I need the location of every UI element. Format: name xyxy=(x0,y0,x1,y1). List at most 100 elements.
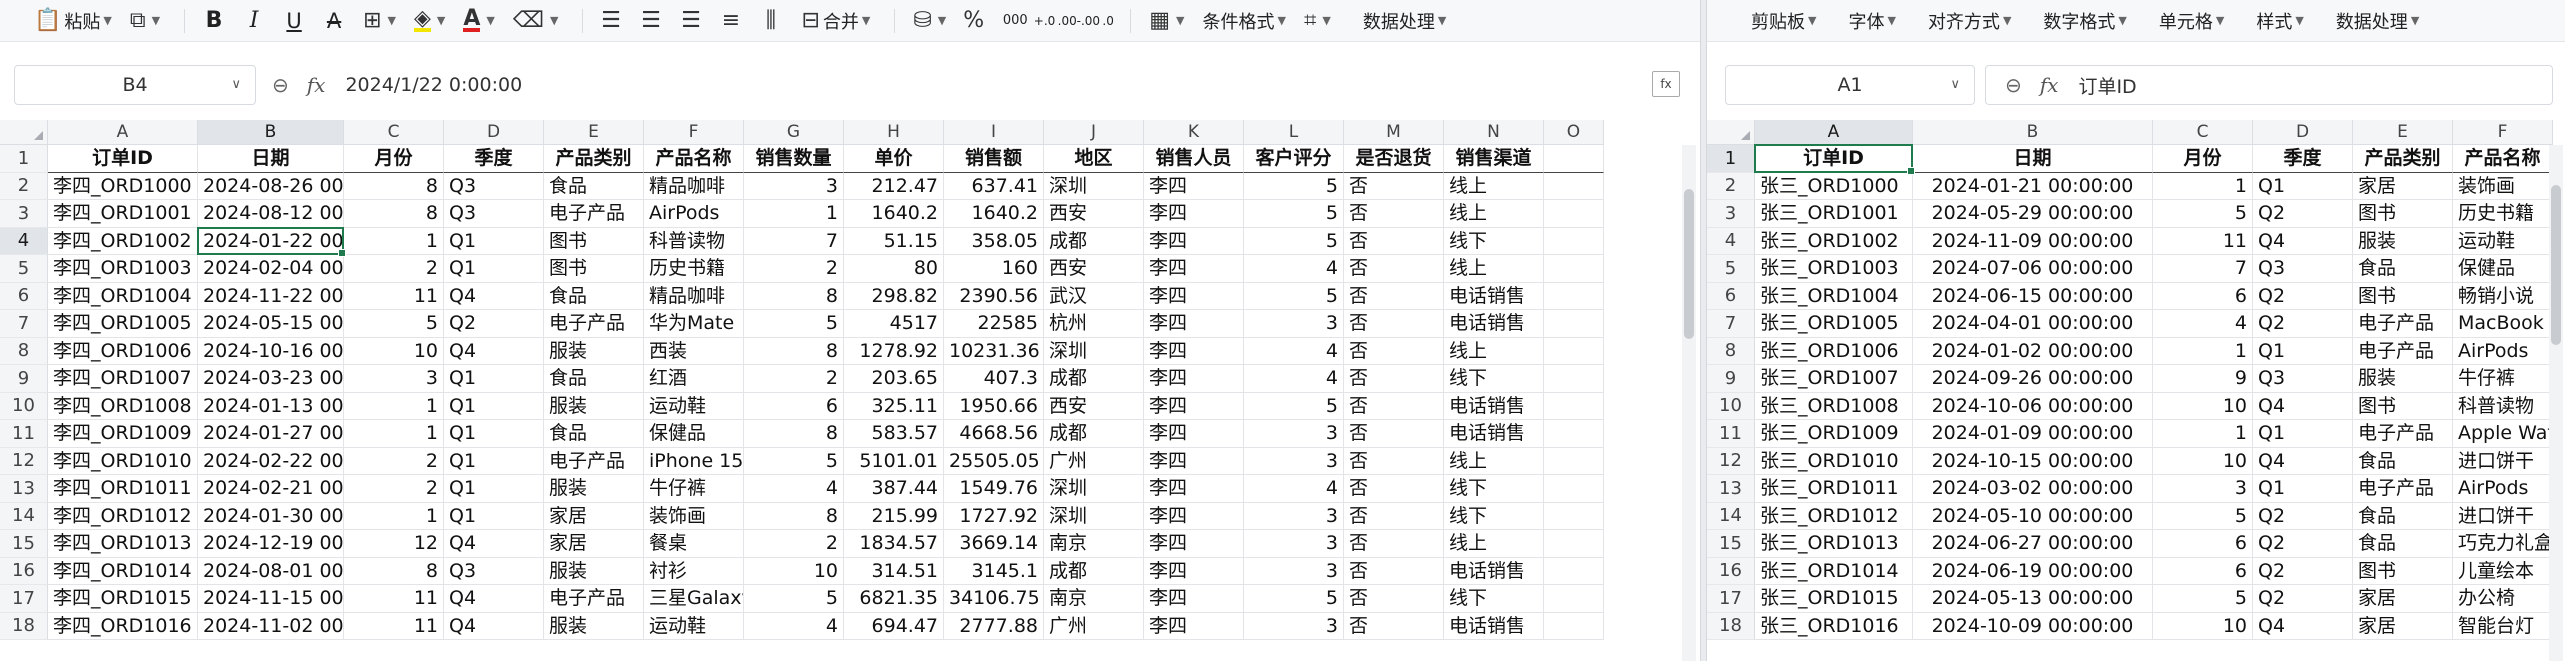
table-cell[interactable]: 2024-08-26 00:00:00 xyxy=(198,172,344,200)
table-cell[interactable]: 51.15 xyxy=(844,227,944,255)
row-header[interactable]: 12 xyxy=(0,447,48,475)
number-format-menu[interactable]: 数字格式 ▼ xyxy=(2037,5,2132,37)
table-cell[interactable]: AirPods xyxy=(644,200,744,228)
table-cell[interactable] xyxy=(1544,172,1604,200)
row-header[interactable]: 6 xyxy=(1707,282,1755,310)
name-box[interactable]: A1 ∨ xyxy=(1725,65,1975,105)
table-cell[interactable]: 11 xyxy=(344,585,444,613)
table-cell[interactable]: 武汉 xyxy=(1044,282,1144,310)
table-cell[interactable]: 食品 xyxy=(2353,502,2453,530)
table-cell[interactable]: 线上 xyxy=(1444,200,1544,228)
data-processing-menu[interactable]: 数据处理 ▼ xyxy=(2330,5,2425,37)
table-cell[interactable]: 图书 xyxy=(544,255,644,283)
table-cell[interactable]: 精品咖啡 xyxy=(644,282,744,310)
table-cell[interactable]: 10 xyxy=(2153,612,2253,640)
table-cell[interactable]: 线上 xyxy=(1444,447,1544,475)
table-cell[interactable]: 否 xyxy=(1344,282,1444,310)
table-cell[interactable]: 3 xyxy=(1244,447,1344,475)
table-cell[interactable] xyxy=(1544,282,1604,310)
table-cell[interactable]: 家居 xyxy=(2353,172,2453,200)
zoom-icon[interactable]: ⊖ xyxy=(272,73,289,97)
table-cell[interactable]: 2024-01-13 00:00:00 xyxy=(198,392,344,420)
table-cell[interactable]: 2024-03-23 00:00:00 xyxy=(198,365,344,393)
table-cell[interactable]: 2024-05-15 00:00:00 xyxy=(198,310,344,338)
table-cell[interactable]: 22585 xyxy=(944,310,1044,338)
table-cell[interactable]: 办公椅 xyxy=(2453,585,2553,613)
table-cell[interactable]: Q1 xyxy=(444,255,544,283)
table-cell[interactable]: 6 xyxy=(2153,530,2253,558)
table-cell[interactable]: Q3 xyxy=(2253,255,2353,283)
header-cell[interactable] xyxy=(1544,145,1604,173)
underline-button[interactable]: U xyxy=(277,5,311,37)
table-cell[interactable]: 9 xyxy=(2153,365,2253,393)
table-cell[interactable]: 成都 xyxy=(1044,365,1144,393)
table-cell[interactable]: 电话销售 xyxy=(1444,557,1544,585)
table-cell[interactable]: 家居 xyxy=(544,530,644,558)
table-cell[interactable]: 2390.56 xyxy=(944,282,1044,310)
row-header[interactable]: 1 xyxy=(1707,145,1755,173)
table-cell[interactable]: 牛仔裤 xyxy=(2453,365,2553,393)
border-button[interactable]: ⊞ ▼ xyxy=(357,5,402,37)
header-cell[interactable]: 产品名称 xyxy=(2453,145,2553,173)
table-cell[interactable]: 2024-05-10 00:00:00 xyxy=(1913,502,2153,530)
column-header-d[interactable]: D xyxy=(2253,120,2353,145)
column-header-n[interactable]: N xyxy=(1444,120,1544,145)
table-cell[interactable]: 3 xyxy=(744,172,844,200)
table-cell[interactable]: 2024-01-30 00:00:00 xyxy=(198,502,344,530)
table-cell[interactable]: 2 xyxy=(744,255,844,283)
row-header[interactable]: 13 xyxy=(1707,475,1755,503)
table-cell[interactable]: 4 xyxy=(1244,365,1344,393)
table-cell[interactable]: 衬衫 xyxy=(644,557,744,585)
header-cell[interactable]: 客户评分 xyxy=(1244,145,1344,173)
table-cell[interactable]: Q2 xyxy=(2253,200,2353,228)
table-cell[interactable]: Q4 xyxy=(2253,392,2353,420)
table-cell[interactable]: 服装 xyxy=(2353,365,2453,393)
table-cell[interactable]: 李四 xyxy=(1144,172,1244,200)
table-cell[interactable]: Q2 xyxy=(2253,502,2353,530)
table-cell[interactable]: 食品 xyxy=(2353,530,2453,558)
row-header[interactable]: 16 xyxy=(0,557,48,585)
row-header[interactable]: 8 xyxy=(1707,337,1755,365)
column-header-e[interactable]: E xyxy=(2353,120,2453,145)
zoom-icon[interactable]: ⊖ xyxy=(2005,73,2022,97)
table-cell[interactable] xyxy=(1544,365,1604,393)
table-cell[interactable]: 3 xyxy=(344,365,444,393)
header-cell[interactable]: 日期 xyxy=(1913,145,2153,173)
table-cell[interactable]: 张三_ORD1008 xyxy=(1755,392,1913,420)
formula-input-area[interactable]: ⊖ fx 2024/1/22 0:00:00 xyxy=(272,65,522,105)
function-icon[interactable]: fx xyxy=(2040,73,2059,97)
row-header[interactable]: 11 xyxy=(1707,420,1755,448)
table-cell[interactable]: 线上 xyxy=(1444,255,1544,283)
table-cell[interactable]: 线上 xyxy=(1444,172,1544,200)
table-cell[interactable]: 张三_ORD1014 xyxy=(1755,557,1913,585)
table-cell[interactable]: 12 xyxy=(344,530,444,558)
table-cell[interactable]: 5 xyxy=(2153,585,2253,613)
header-cell[interactable]: 产品类别 xyxy=(2353,145,2453,173)
table-cell[interactable]: 3 xyxy=(2153,475,2253,503)
table-cell[interactable]: 1549.76 xyxy=(944,475,1044,503)
table-cell[interactable]: 否 xyxy=(1344,420,1444,448)
row-header[interactable]: 9 xyxy=(0,365,48,393)
table-cell[interactable]: 2024-08-12 00:00:00 xyxy=(198,200,344,228)
table-cell[interactable]: 407.3 xyxy=(944,365,1044,393)
table-cell[interactable]: 否 xyxy=(1344,585,1444,613)
table-cell[interactable]: 否 xyxy=(1344,447,1444,475)
table-cell[interactable]: 215.99 xyxy=(844,502,944,530)
table-cell[interactable]: 电话销售 xyxy=(1444,420,1544,448)
decrease-decimal-button[interactable]: -.00 .0 xyxy=(1077,5,1114,37)
table-cell[interactable]: 李四 xyxy=(1144,530,1244,558)
header-cell[interactable]: 销售人员 xyxy=(1144,145,1244,173)
table-cell[interactable]: 2 xyxy=(744,530,844,558)
table-cell[interactable]: 餐桌 xyxy=(644,530,744,558)
expand-formula-icon[interactable]: fx xyxy=(1652,71,1680,97)
table-cell[interactable]: 李四_ORD1013 xyxy=(48,530,198,558)
table-cell[interactable]: 李四_ORD1014 xyxy=(48,557,198,585)
column-header-b[interactable]: B xyxy=(198,120,344,145)
table-cell[interactable] xyxy=(1544,530,1604,558)
table-cell[interactable]: Q1 xyxy=(2253,172,2353,200)
table-cell[interactable]: Q1 xyxy=(444,447,544,475)
cell-size-button[interactable]: ⌗ ▼ xyxy=(1298,5,1337,37)
table-cell[interactable]: 358.05 xyxy=(944,227,1044,255)
table-cell[interactable]: 电子产品 xyxy=(2353,475,2453,503)
table-cell[interactable]: 成都 xyxy=(1044,557,1144,585)
